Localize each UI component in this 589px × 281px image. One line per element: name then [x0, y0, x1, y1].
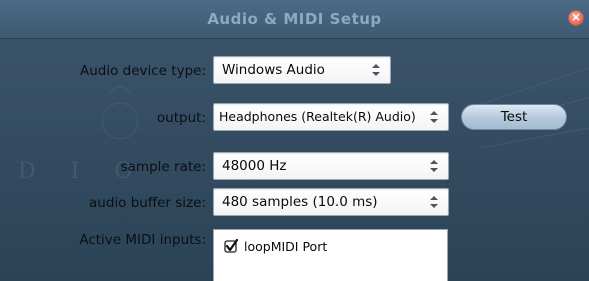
checkbox-checked-icon[interactable]: [224, 239, 238, 253]
midi-inputs-list: loopMIDI Port: [213, 229, 448, 281]
test-button[interactable]: Test: [461, 104, 567, 130]
output-device-value: Headphones (Realtek(R) Audio): [219, 109, 416, 124]
buffer-size-value: 480 samples (10.0 ms): [222, 194, 378, 210]
midi-inputs-label: Active MIDI inputs:: [79, 232, 206, 248]
buffer-size-label: audio buffer size:: [89, 195, 206, 211]
midi-input-item[interactable]: loopMIDI Port: [224, 237, 327, 255]
updown-chevron-icon: [420, 153, 448, 179]
output-device-select[interactable]: Headphones (Realtek(R) Audio): [213, 103, 449, 131]
audio-midi-setup-window: D I O Audio & MIDI Setup × Audio device …: [0, 0, 589, 281]
audio-device-type-select[interactable]: Windows Audio: [213, 56, 391, 84]
audio-device-type-value: Windows Audio: [222, 62, 325, 78]
window-title: Audio & MIDI Setup: [207, 10, 382, 28]
audio-device-type-label: Audio device type:: [79, 63, 206, 79]
midi-input-label: loopMIDI Port: [244, 238, 328, 254]
sample-rate-value: 48000 Hz: [222, 158, 287, 174]
output-label: output:: [156, 110, 206, 126]
updown-chevron-icon: [362, 57, 390, 83]
sample-rate-select[interactable]: 48000 Hz: [213, 152, 449, 180]
updown-chevron-icon: [420, 189, 448, 215]
updown-chevron-icon: [420, 104, 448, 130]
sample-rate-label: sample rate:: [120, 159, 206, 175]
close-icon[interactable]: ×: [568, 10, 584, 26]
buffer-size-select[interactable]: 480 samples (10.0 ms): [213, 188, 449, 216]
title-bar: Audio & MIDI Setup ×: [0, 0, 589, 39]
